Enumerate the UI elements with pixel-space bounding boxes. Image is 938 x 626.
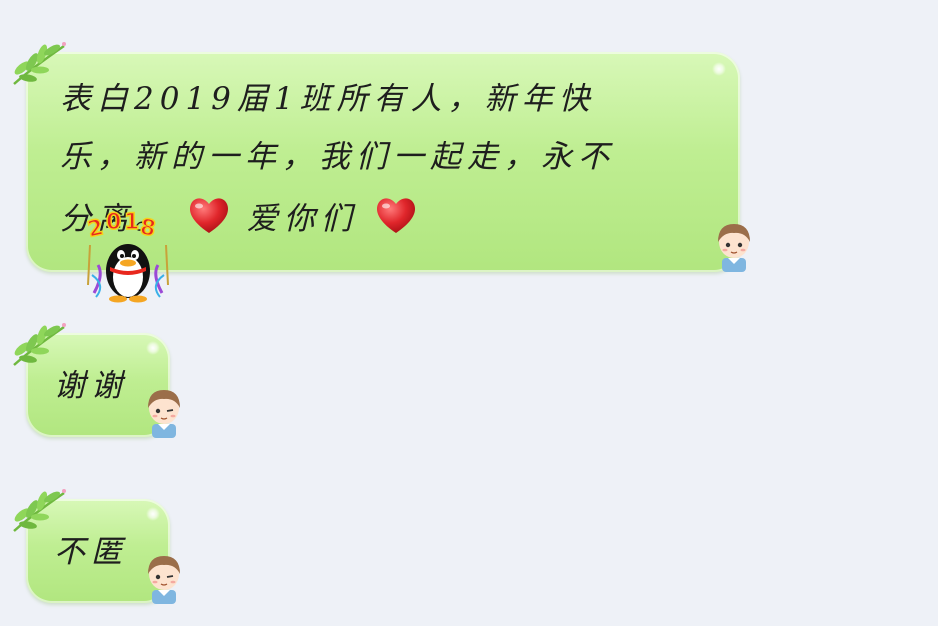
svg-text:2: 2 bbox=[86, 215, 106, 243]
svg-text:8: 8 bbox=[138, 215, 157, 242]
svg-text:0: 0 bbox=[106, 210, 121, 235]
sparkle-icon bbox=[146, 507, 160, 521]
avatar-icon bbox=[148, 390, 180, 438]
leaf-decoration-icon bbox=[13, 42, 66, 85]
penguin-2018-sticker: 2 0 1 8 bbox=[85, 209, 169, 303]
sparkle-icon bbox=[146, 341, 160, 355]
avatar-icon bbox=[148, 556, 180, 604]
leaf-decoration-icon bbox=[13, 489, 66, 532]
heart-icon bbox=[189, 198, 228, 233]
svg-text:1: 1 bbox=[124, 210, 139, 235]
avatar-icon bbox=[718, 224, 750, 272]
heart-icon bbox=[376, 198, 415, 233]
message-line: 表白2019届1班所有人，新年快 bbox=[60, 81, 596, 117]
leaf-decoration-icon bbox=[13, 323, 66, 366]
sparkle-icon bbox=[712, 62, 726, 76]
message-line: 乐，新的一年，我们一起走，永不 bbox=[60, 139, 615, 175]
message-fragment: 爱你们 bbox=[246, 201, 358, 237]
